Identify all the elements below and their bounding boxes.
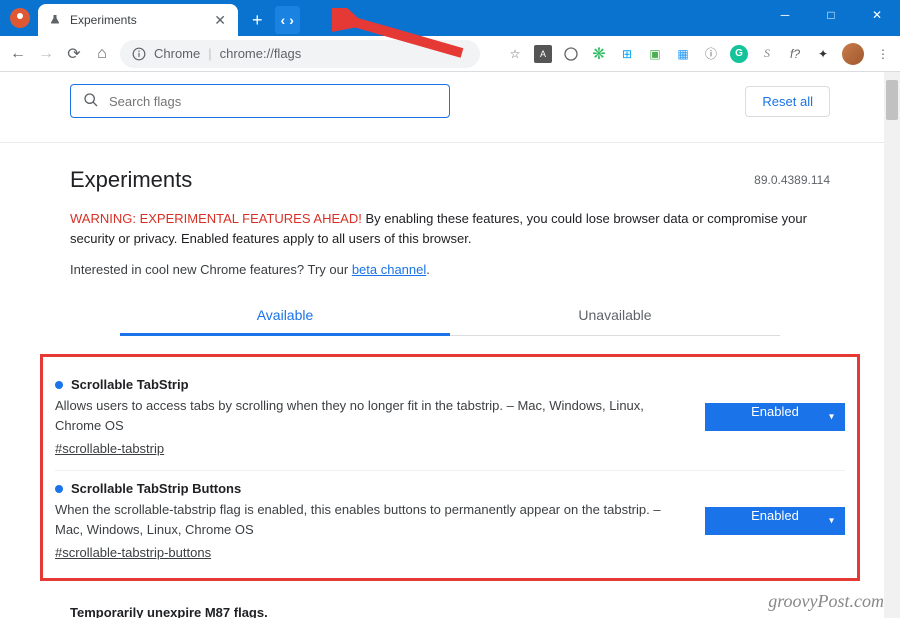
tab-scroll-buttons[interactable]: ‹ › (275, 6, 300, 34)
ext-icon[interactable]: A (534, 45, 552, 63)
modified-dot-icon (55, 485, 63, 493)
flag-title: Temporarily unexpire M87 flags. (70, 605, 268, 618)
maximize-button[interactable]: □ (808, 0, 854, 30)
avatar[interactable] (842, 43, 864, 65)
flag-title: Scrollable TabStrip (71, 377, 189, 392)
extension-icons: ☆ A ❋ ⊞ ▣ ▦ ⓘ G S f? ✦ ⋮ (506, 43, 892, 65)
info-icon (132, 47, 146, 61)
forward-button[interactable]: → (36, 45, 56, 63)
home-button[interactable]: ⌂ (92, 45, 112, 63)
close-button[interactable]: ✕ (854, 0, 900, 30)
page-content: Reset all Experiments 89.0.4389.114 WARN… (0, 72, 900, 618)
flag-anchor[interactable]: #scrollable-tabstrip (55, 441, 164, 456)
search-input[interactable] (109, 94, 437, 109)
grammarly-icon[interactable]: G (730, 45, 748, 63)
chevron-right-icon[interactable]: › (287, 12, 296, 28)
omnibox-browser: Chrome (154, 46, 200, 61)
watermark: groovyPost.com (768, 591, 884, 612)
warning-text: WARNING: EXPERIMENTAL FEATURES AHEAD! By… (70, 209, 830, 248)
tab-title: Experiments (70, 13, 204, 27)
minimize-button[interactable]: ─ (762, 0, 808, 30)
browser-tab[interactable]: Experiments ✕ (38, 4, 238, 36)
tab-unavailable[interactable]: Unavailable (450, 297, 780, 335)
save-icon[interactable]: ▣ (646, 45, 664, 63)
annotation-arrow (332, 8, 472, 68)
tab-actions: + ‹ › (246, 4, 300, 36)
flag-row: Temporarily unexpire M87 flags. Temporar… (70, 595, 830, 618)
ext-icon[interactable]: f? (786, 45, 804, 63)
highlight-box: Scrollable TabStrip Allows users to acce… (40, 354, 860, 581)
flag-dropdown[interactable]: Enabled (705, 507, 845, 535)
tab-available[interactable]: Available (120, 297, 450, 336)
menu-icon[interactable]: ⋮ (874, 45, 892, 63)
flag-row: Scrollable TabStrip Allows users to acce… (55, 367, 845, 471)
flag-description: When the scrollable-tabstrip flag is ena… (55, 500, 685, 539)
extensions-icon[interactable]: ✦ (814, 45, 832, 63)
modified-dot-icon (55, 381, 63, 389)
beta-link[interactable]: beta channel (352, 262, 426, 277)
new-tab-button[interactable]: + (246, 10, 269, 31)
ext-icon[interactable]: ⓘ (702, 45, 720, 63)
star-icon[interactable]: ☆ (506, 45, 524, 63)
flag-dropdown[interactable]: Enabled (705, 403, 845, 431)
flag-row: Scrollable TabStrip Buttons When the scr… (55, 471, 845, 574)
ext-icon[interactable]: S (758, 45, 776, 63)
ext-icon[interactable] (562, 45, 580, 63)
version-text: 89.0.4389.114 (754, 173, 830, 187)
close-icon[interactable]: ✕ (212, 12, 228, 29)
reload-button[interactable]: ⟳ (64, 44, 84, 64)
flag-description: Allows users to access tabs by scrolling… (55, 396, 685, 435)
ext-icon[interactable]: ▦ (674, 45, 692, 63)
search-flags-box[interactable] (70, 84, 450, 118)
flag-title: Scrollable TabStrip Buttons (71, 481, 241, 496)
search-icon (83, 92, 99, 111)
flag-anchor[interactable]: #scrollable-tabstrip-buttons (55, 545, 211, 560)
evernote-icon[interactable]: ❋ (590, 45, 608, 63)
chevron-left-icon[interactable]: ‹ (279, 12, 288, 28)
flask-icon (48, 13, 62, 27)
scrollbar-thumb[interactable] (886, 80, 898, 120)
omnibox-url: chrome://flags (220, 46, 302, 61)
windows-icon[interactable]: ⊞ (618, 45, 636, 63)
duckduckgo-icon (10, 8, 30, 28)
tabs-row: Available Unavailable (120, 297, 780, 336)
page-title: Experiments (70, 167, 830, 193)
back-button[interactable]: ← (8, 45, 28, 63)
scrollbar[interactable] (884, 72, 900, 618)
beta-line: Interested in cool new Chrome features? … (70, 262, 830, 277)
window-controls: ─ □ ✕ (762, 0, 900, 30)
reset-all-button[interactable]: Reset all (745, 86, 830, 117)
